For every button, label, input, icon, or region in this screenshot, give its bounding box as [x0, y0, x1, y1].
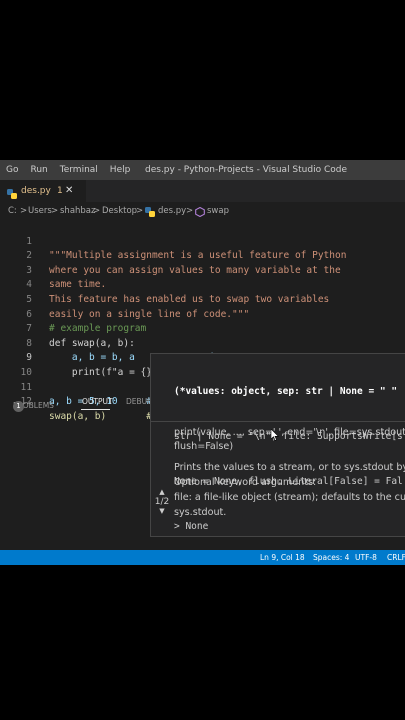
- breadcrumb-shahbaz[interactable]: shahbaz: [60, 202, 95, 220]
- doc-line: sys.stdout.: [174, 507, 227, 518]
- signature-help-popup[interactable]: (*values: object, sep: str | None = " " …: [150, 353, 405, 537]
- breadcrumb-users[interactable]: Users: [28, 202, 52, 220]
- overload-pager: ▲ 1/2 ▼: [153, 488, 171, 516]
- cursor-position[interactable]: Ln 9, Col 18: [260, 550, 305, 565]
- overload-index: 1/2: [154, 497, 170, 507]
- problems-badge: 1: [13, 401, 24, 412]
- line-ending[interactable]: CRLF: [387, 550, 405, 565]
- menu-help[interactable]: Help: [104, 165, 137, 175]
- code-line-active: 9 print(f"a = {}"): [0, 337, 405, 378]
- doc-line: Optional keyword arguments:: [174, 477, 317, 488]
- tab-problem-count: 1: [57, 186, 63, 196]
- doc-line: flush=False): [174, 441, 234, 452]
- doc-line: print(value, ..., sep=' ', end='\n', fil…: [174, 427, 405, 438]
- chevron-right-icon: >: [51, 206, 59, 216]
- menu-run[interactable]: Run: [24, 165, 53, 175]
- chevron-right-icon: >: [136, 206, 144, 216]
- encoding[interactable]: UTF-8: [355, 550, 377, 565]
- code-line: 6 # example program: [0, 293, 405, 335]
- divider: [151, 421, 405, 422]
- menu-bar: Go Run Terminal Help des.py - Python-Pro…: [0, 160, 405, 180]
- code-line: 3 same time.: [0, 249, 405, 291]
- vscode-window: Go Run Terminal Help des.py - Python-Pro…: [0, 160, 405, 565]
- breadcrumb: C: > Users > shahbaz > Desktop > des.py …: [0, 202, 405, 220]
- doc-line: Prints the values to a stream, or to sys…: [174, 462, 405, 473]
- signature-line: > None: [174, 521, 209, 532]
- breadcrumb-desktop[interactable]: Desktop: [102, 202, 137, 220]
- doc-line: file: a file-like object (stream); defau…: [174, 492, 405, 503]
- code-line: 1 """Multiple assignment is a useful fea…: [0, 220, 405, 262]
- code-line: 5 easily on a single line of code.""": [0, 278, 405, 320]
- tab-label: des.py: [21, 186, 51, 196]
- menu-terminal[interactable]: Terminal: [54, 165, 104, 175]
- breadcrumb-file[interactable]: des.py: [158, 202, 186, 220]
- code-line: 8 a, b = b, a # swapping: [0, 322, 405, 364]
- chevron-right-icon: >: [93, 206, 101, 216]
- tab-debug[interactable]: DEBUG: [126, 397, 153, 406]
- status-bar: Ln 9, Col 18 Spaces: 4 UTF-8 CRLF: [0, 550, 405, 565]
- chevron-up-icon[interactable]: ▲: [153, 488, 171, 497]
- breadcrumb-symbol[interactable]: swap: [207, 202, 229, 220]
- mouse-cursor-icon: [270, 426, 280, 445]
- menu-go[interactable]: Go: [0, 165, 24, 175]
- chevron-right-icon: >: [20, 206, 28, 216]
- tab-output[interactable]: OUTPUT: [82, 397, 113, 406]
- indentation[interactable]: Spaces: 4: [313, 550, 349, 565]
- code-text: swap(a, b) #: [49, 410, 152, 422]
- breadcrumb-drive[interactable]: C:: [8, 202, 17, 220]
- code-line: 2 where you can assign values to many va…: [0, 235, 405, 276]
- tab-bar: des.py 1 ✕: [0, 180, 405, 202]
- signature-line: (*values: object, sep: str | None = " ": [174, 386, 398, 397]
- window-title: des.py - Python-Projects - Visual Studio…: [145, 165, 347, 175]
- chevron-right-icon: >: [186, 206, 194, 216]
- panel-tabs: PROBLEMS 1 OUTPUT DEBUG: [0, 393, 153, 412]
- close-icon[interactable]: ✕: [65, 180, 73, 202]
- chevron-down-icon[interactable]: ▼: [153, 507, 171, 516]
- active-tab-indicator: [81, 409, 110, 410]
- tab-des-py[interactable]: des.py 1 ✕: [0, 180, 86, 202]
- code-line: 4 This feature has enabled us to swap tw…: [0, 264, 405, 305]
- code-line: 7 def swap(a, b):: [0, 308, 405, 349]
